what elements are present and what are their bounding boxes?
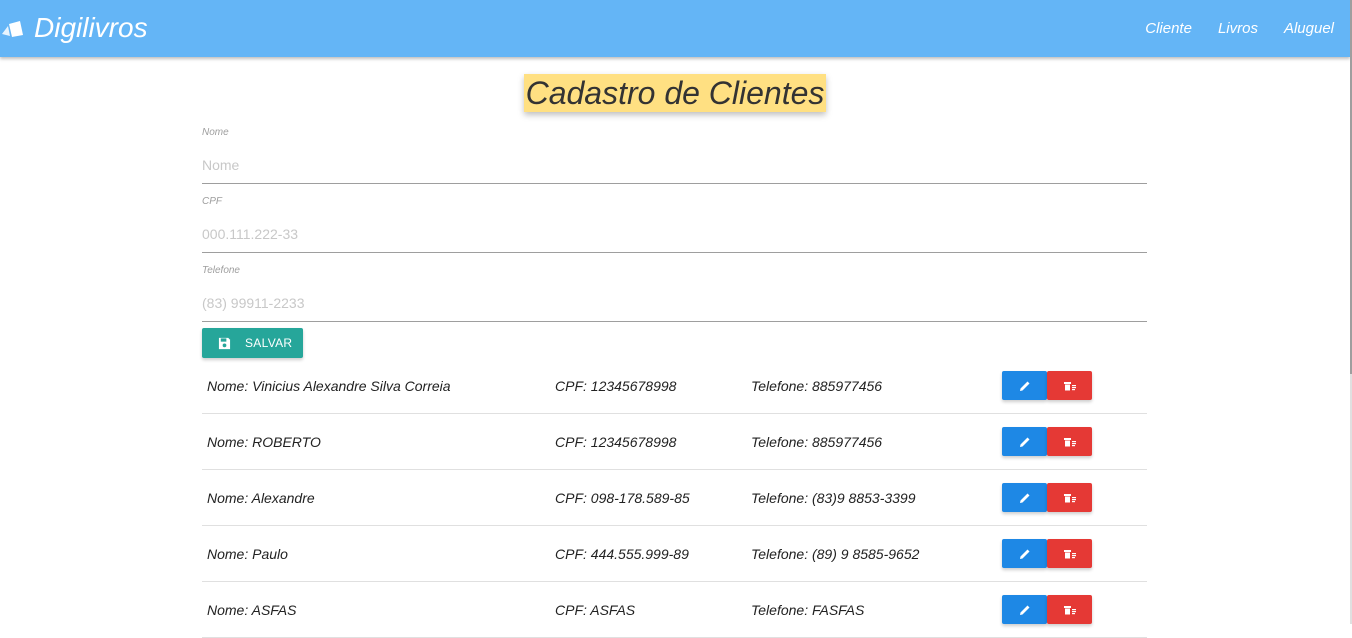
trash-icon xyxy=(1063,605,1076,614)
floppy-disk-icon xyxy=(218,337,231,349)
save-button-label: SALVAR xyxy=(245,336,293,350)
top-navbar: Digilivros Cliente Livros Aluguel xyxy=(0,0,1350,57)
client-row: Nome: Alexandre CPF: 098-178.589-85 Tele… xyxy=(202,470,1147,526)
pencil-icon xyxy=(1019,381,1029,391)
page-title-wrap: Cadastro de Clientes xyxy=(0,74,1350,112)
pencil-icon xyxy=(1019,605,1029,615)
edit-button[interactable] xyxy=(1002,371,1047,400)
phone-label: Telefone xyxy=(202,265,240,276)
client-phone: Telefone: (83)9 8853-3399 xyxy=(751,490,916,506)
name-label: Nome xyxy=(202,127,229,138)
nav-link-aluguel[interactable]: Aluguel xyxy=(1284,20,1334,37)
cpf-label: CPF xyxy=(202,196,222,207)
trash-icon xyxy=(1063,437,1076,446)
client-cpf: CPF: 12345678998 xyxy=(555,434,677,450)
nav-links: Cliente Livros Aluguel xyxy=(1119,0,1334,57)
client-cpf: CPF: ASFAS xyxy=(555,602,636,618)
client-name: Nome: Paulo xyxy=(207,546,288,562)
client-phone: Telefone: 885977456 xyxy=(751,378,883,394)
delete-button[interactable] xyxy=(1047,483,1092,512)
client-cpf: CPF: 098-178.589-85 xyxy=(555,490,690,506)
client-phone: Telefone: (89) 9 8585-9652 xyxy=(751,546,920,562)
book-icon xyxy=(2,21,23,37)
delete-button[interactable] xyxy=(1047,595,1092,624)
client-cpf: CPF: 12345678998 xyxy=(555,378,677,394)
cpf-input[interactable] xyxy=(202,216,1147,253)
client-list: Nome: Vinicius Alexandre Silva Correia C… xyxy=(202,358,1147,638)
row-actions xyxy=(1002,483,1092,512)
trash-icon xyxy=(1063,381,1076,390)
client-name: Nome: ROBERTO xyxy=(207,434,321,450)
trash-icon xyxy=(1063,549,1076,558)
pencil-icon xyxy=(1019,549,1029,559)
client-row: Nome: ASFAS CPF: ASFAS Telefone: FASFAS xyxy=(202,582,1147,638)
client-row: Nome: Vinicius Alexandre Silva Correia C… xyxy=(202,358,1147,414)
edit-button[interactable] xyxy=(1002,483,1047,512)
delete-button[interactable] xyxy=(1047,427,1092,456)
client-phone: Telefone: FASFAS xyxy=(751,602,865,618)
brand[interactable]: Digilivros xyxy=(0,8,148,48)
edit-button[interactable] xyxy=(1002,595,1047,624)
client-cpf: CPF: 444.555.999-89 xyxy=(555,546,689,562)
row-actions xyxy=(1002,371,1092,400)
row-actions xyxy=(1002,539,1092,568)
page-title: Cadastro de Clientes xyxy=(523,74,827,112)
nav-link-cliente[interactable]: Cliente xyxy=(1145,20,1192,37)
cpf-field: CPF xyxy=(202,194,1147,263)
row-actions xyxy=(1002,595,1092,624)
phone-input[interactable] xyxy=(202,285,1147,322)
client-name: Nome: Alexandre xyxy=(207,490,315,506)
client-phone: Telefone: 885977456 xyxy=(751,434,883,450)
row-actions xyxy=(1002,427,1092,456)
pencil-icon xyxy=(1019,493,1029,503)
client-row: Nome: ROBERTO CPF: 12345678998 Telefone:… xyxy=(202,414,1147,470)
delete-button[interactable] xyxy=(1047,371,1092,400)
save-button[interactable]: SALVAR xyxy=(202,328,303,358)
client-name: Nome: ASFAS xyxy=(207,602,297,618)
pencil-icon xyxy=(1019,437,1029,447)
client-row: Nome: Paulo CPF: 444.555.999-89 Telefone… xyxy=(202,526,1147,582)
phone-field: Telefone xyxy=(202,263,1147,332)
edit-button[interactable] xyxy=(1002,427,1047,456)
edit-button[interactable] xyxy=(1002,539,1047,568)
trash-icon xyxy=(1063,493,1076,502)
name-input[interactable] xyxy=(202,147,1147,184)
delete-button[interactable] xyxy=(1047,539,1092,568)
nav-link-livros[interactable]: Livros xyxy=(1218,20,1258,37)
client-name: Nome: Vinicius Alexandre Silva Correia xyxy=(207,378,451,394)
name-field: Nome xyxy=(202,125,1147,194)
client-form: Nome CPF Telefone xyxy=(202,125,1147,332)
brand-title: Digilivros xyxy=(34,12,148,43)
